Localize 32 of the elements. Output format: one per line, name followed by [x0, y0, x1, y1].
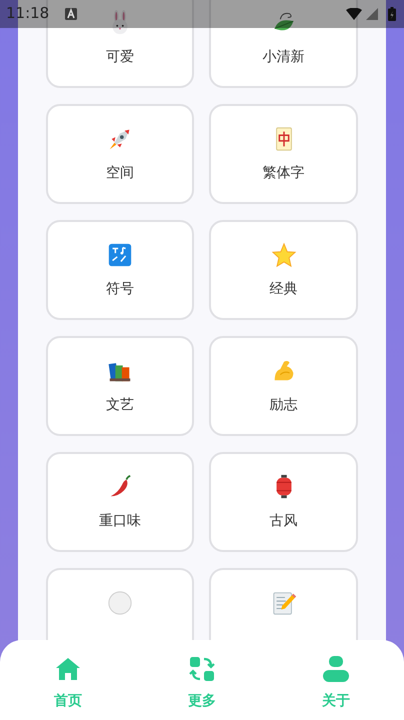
- wifi-icon: [346, 8, 362, 20]
- category-card[interactable]: 经典: [209, 220, 358, 320]
- category-card[interactable]: 空间: [46, 104, 194, 204]
- category-card[interactable]: 符号: [46, 220, 194, 320]
- category-card[interactable]: 文艺: [46, 336, 194, 436]
- category-card[interactable]: 繁体字: [209, 104, 358, 204]
- battery-icon: [388, 7, 396, 21]
- star-icon: [270, 242, 296, 268]
- category-card[interactable]: 重口味: [46, 452, 194, 552]
- swap-squares-icon: [189, 656, 215, 682]
- category-card[interactable]: [46, 568, 194, 640]
- category-card[interactable]: 励志: [209, 336, 358, 436]
- category-card[interactable]: [209, 568, 358, 640]
- memo-icon: [270, 590, 296, 616]
- notification-icon: [65, 8, 78, 20]
- category-label: 空间: [106, 164, 134, 182]
- category-label: 繁体字: [262, 164, 304, 182]
- signal-icon: [366, 8, 378, 20]
- category-label: 文艺: [106, 396, 134, 414]
- home-icon: [55, 656, 81, 682]
- category-label: 符号: [106, 280, 134, 298]
- category-label: 小清新: [262, 48, 304, 66]
- category-label: 可爱: [106, 48, 134, 66]
- circle-icon: [107, 590, 133, 616]
- symbols-icon: [107, 242, 133, 268]
- person-icon: [323, 656, 349, 682]
- category-card[interactable]: 小清新: [209, 0, 358, 88]
- category-label: 古风: [270, 512, 298, 530]
- category-card[interactable]: 古风: [209, 452, 358, 552]
- category-label: 经典: [270, 280, 298, 298]
- category-label: 励志: [270, 396, 298, 414]
- category-label: 重口味: [99, 512, 141, 530]
